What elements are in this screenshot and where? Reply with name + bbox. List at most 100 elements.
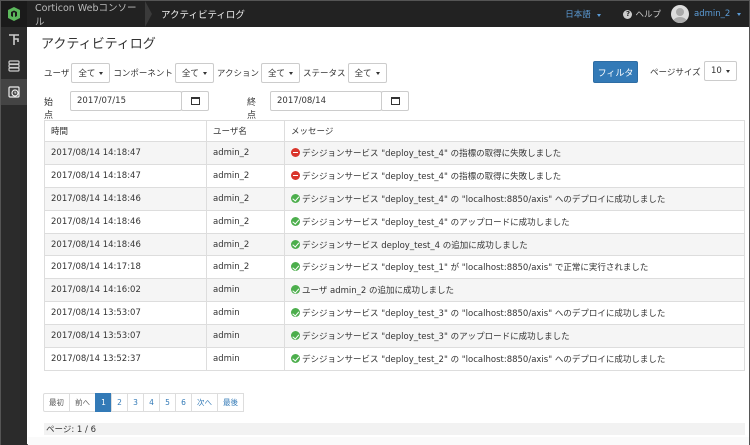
filter-button[interactable]: フィルタ — [593, 61, 638, 83]
activity-log-table: 時間 ユーザ名 メッセージ 2017/08/14 14:18:47 admin_2… — [44, 120, 745, 371]
row-user: admin_2 — [206, 209, 285, 234]
page-info: ページ: 1 / 6 — [44, 423, 745, 435]
corticon-logo-icon[interactable] — [1, 1, 27, 27]
row-message: デシジョンサービス "deploy_test_4" のアップロードに成功しました — [302, 217, 570, 228]
main-content: アクティビティログ ユーザ 全て コンポーネント 全て アクション 全て ステー… — [28, 27, 749, 445]
row-message-cell: デシジョンサービス deploy_test_4 の追加に成功しました — [284, 232, 745, 257]
app-brand[interactable]: Corticon Webコンソール — [35, 0, 145, 28]
row-message: デシジョンサービス "deploy_test_1" が "localhost:8… — [302, 263, 649, 274]
page-size-dropdown[interactable]: 10 — [704, 61, 737, 81]
success-icon — [291, 285, 300, 295]
table-row: 2017/08/14 13:53:07 admin デシジョンサービス "deplo… — [44, 324, 745, 349]
top-right-menu: 日本語 ? ヘルプ admin_2 — [565, 1, 749, 27]
pagination-prev[interactable]: 前へ — [69, 393, 96, 412]
database-icon — [8, 60, 20, 72]
breadcrumb-current: アクティビティログ — [161, 10, 245, 21]
row-message-cell: デシジョンサービス "deploy_test_3" の "localhost:8… — [284, 301, 745, 326]
row-user: admin_2 — [206, 163, 285, 188]
end-date-input[interactable]: 2017/08/14 — [270, 91, 382, 111]
pagination: 最初 前へ 1 2 3 4 5 6 次へ 最後 — [43, 393, 244, 412]
error-icon — [291, 147, 300, 157]
row-message-cell: ユーザ admin_2 の追加に成功しました — [284, 278, 745, 303]
table-row: 2017/08/14 14:18:47 admin_2 デシジョンサービス "dep… — [44, 141, 745, 165]
row-message-cell: デシジョンサービス "deploy_test_4" の指標の取得に失敗しました — [284, 141, 745, 165]
status-filter-dropdown[interactable]: 全て — [347, 63, 387, 83]
status-filter-value: 全て — [354, 69, 372, 79]
start-date-label: 始点 — [44, 98, 54, 121]
row-time: 2017/08/14 14:16:02 — [44, 278, 207, 303]
sidebar-item-activity-log[interactable] — [1, 79, 27, 105]
sidebar-item-database[interactable] — [1, 53, 27, 79]
row-time: 2017/08/14 13:53:07 — [44, 301, 207, 326]
page-size-value: 10 — [711, 66, 722, 76]
pagination-page-3[interactable]: 3 — [127, 393, 144, 412]
row-message: デシジョンサービス deploy_test_4 の追加に成功しました — [302, 240, 528, 251]
help-link[interactable]: ? ヘルプ — [623, 8, 661, 20]
help-label: ヘルプ — [635, 10, 661, 20]
table-row: 2017/08/14 14:18:46 admin_2 デシジョンサービス "dep… — [44, 186, 745, 211]
success-icon — [291, 308, 300, 318]
row-time: 2017/08/14 14:17:18 — [44, 255, 207, 280]
start-date-input[interactable]: 2017/07/15 — [70, 91, 182, 111]
table-row: 2017/08/14 14:18:46 admin_2 デシジョンサービス "dep… — [44, 209, 745, 234]
row-message: ユーザ admin_2 の追加に成功しました — [302, 286, 455, 297]
activity-log-icon — [8, 86, 20, 98]
pagination-page-1[interactable]: 1 — [95, 393, 112, 412]
avatar[interactable] — [671, 5, 689, 23]
row-message: デシジョンサービス "deploy_test_3" の "localhost:8… — [302, 309, 666, 320]
table-row: 2017/08/14 14:18:46 admin_2 デシジョンサービス depl… — [44, 232, 745, 257]
table-row: 2017/08/14 14:16:02 admin ユーザ admin_2 の追加に… — [44, 278, 745, 303]
row-user: admin — [206, 347, 285, 371]
table-body: 2017/08/14 14:18:47 admin_2 デシジョンサービス "dep… — [44, 141, 745, 371]
pagination-page-2[interactable]: 2 — [111, 393, 128, 412]
chevron-down-icon — [737, 13, 741, 16]
language-dropdown[interactable]: 日本語 — [565, 8, 602, 20]
app-window: Corticon Webコンソール アクティビティログ 日本語 ? ヘルプ ad… — [0, 0, 750, 445]
action-filter-label: アクション — [216, 69, 259, 79]
pagination-first[interactable]: 最初 — [43, 393, 70, 412]
row-message: デシジョンサービス "deploy_test_4" の指標の取得に失敗しました — [302, 148, 562, 159]
row-user: admin — [206, 301, 285, 326]
table-row: 2017/08/14 14:18:47 admin_2 デシジョンサービス "dep… — [44, 163, 745, 188]
table-row: 2017/08/14 14:17:18 admin_2 デシジョンサービス "dep… — [44, 255, 745, 280]
chevron-down-icon — [99, 71, 104, 75]
table-header-row: 時間 ユーザ名 メッセージ — [44, 120, 745, 142]
table-row: 2017/08/14 13:52:37 admin デシジョンサービス "deplo… — [44, 347, 745, 371]
pagination-next[interactable]: 次へ — [191, 393, 218, 412]
language-label: 日本語 — [565, 10, 591, 20]
calendar-icon — [190, 97, 200, 105]
pagination-page-6[interactable]: 6 — [175, 393, 192, 412]
row-message-cell: デシジョンサービス "deploy_test_4" のアップロードに成功しました — [284, 209, 745, 234]
component-filter-value: 全て — [181, 69, 199, 79]
filter-row: ユーザ 全て コンポーネント 全て アクション 全て ステータス 全て — [44, 62, 744, 84]
start-date-calendar-button[interactable] — [181, 91, 209, 111]
column-header-message[interactable]: メッセージ — [284, 120, 745, 142]
user-filter-dropdown[interactable]: 全て — [71, 63, 111, 83]
row-user: admin_2 — [206, 186, 285, 211]
sidebar-item-rules[interactable] — [1, 27, 27, 53]
success-icon — [291, 216, 300, 226]
bottom-strip — [28, 437, 749, 445]
user-menu-dropdown[interactable]: admin_2 — [694, 9, 741, 19]
row-user: admin — [206, 278, 285, 303]
sidebar — [1, 27, 27, 445]
chevron-down-icon — [375, 71, 380, 75]
success-icon — [291, 353, 300, 363]
pagination-last[interactable]: 最後 — [217, 393, 244, 412]
row-message-cell: デシジョンサービス "deploy_test_4" の指標の取得に失敗しました — [284, 163, 745, 188]
chevron-down-icon — [202, 71, 207, 75]
end-date-calendar-button[interactable] — [381, 91, 409, 111]
component-filter-dropdown[interactable]: 全て — [174, 63, 214, 83]
row-time: 2017/08/14 13:52:37 — [44, 347, 207, 371]
column-header-time[interactable]: 時間 — [44, 120, 207, 142]
row-time: 2017/08/14 14:18:46 — [44, 209, 207, 234]
row-user: admin — [206, 324, 285, 349]
pagination-page-4[interactable]: 4 — [143, 393, 160, 412]
column-header-user[interactable]: ユーザ名 — [206, 120, 285, 142]
pagination-page-5[interactable]: 5 — [159, 393, 176, 412]
end-date-label: 終点 — [247, 98, 257, 121]
chevron-down-icon — [288, 71, 293, 75]
action-filter-dropdown[interactable]: 全て — [260, 63, 300, 83]
row-message-cell: デシジョンサービス "deploy_test_1" が "localhost:8… — [284, 255, 745, 280]
page-size-label: ページサイズ — [650, 68, 701, 78]
